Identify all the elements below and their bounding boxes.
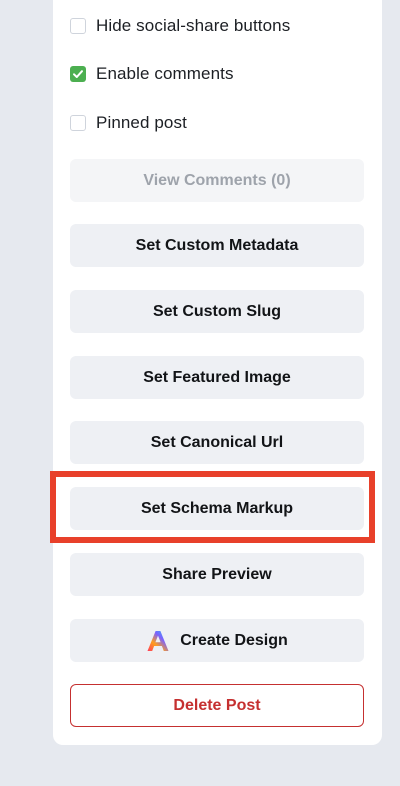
enable-comments-option[interactable]: Enable comments xyxy=(70,64,234,84)
set-custom-metadata-label: Set Custom Metadata xyxy=(135,236,299,254)
set-featured-image-button[interactable]: Set Featured Image xyxy=(70,356,364,399)
adobe-express-icon xyxy=(147,630,169,651)
enable-comments-label: Enable comments xyxy=(96,64,234,83)
highlight-box xyxy=(50,471,375,543)
create-design-button[interactable]: Create Design xyxy=(70,619,364,662)
delete-post-label: Delete Post xyxy=(173,696,261,714)
set-canonical-url-label: Set Canonical Url xyxy=(150,433,284,451)
create-design-label: Create Design xyxy=(180,631,288,649)
set-canonical-url-button[interactable]: Set Canonical Url xyxy=(70,421,364,464)
pinned-post-checkbox[interactable] xyxy=(70,115,86,131)
view-comments-button[interactable]: View Comments (0) xyxy=(70,159,364,202)
share-preview-button[interactable]: Share Preview xyxy=(70,553,364,596)
pinned-post-option[interactable]: Pinned post xyxy=(70,113,187,133)
hide-social-share-checkbox[interactable] xyxy=(70,18,86,34)
set-custom-slug-label: Set Custom Slug xyxy=(152,302,281,320)
hide-social-share-label: Hide social-share buttons xyxy=(96,16,291,35)
set-custom-slug-button[interactable]: Set Custom Slug xyxy=(70,290,364,333)
set-custom-metadata-button[interactable]: Set Custom Metadata xyxy=(70,224,364,267)
pinned-post-label: Pinned post xyxy=(96,113,187,132)
delete-post-button[interactable]: Delete Post xyxy=(70,684,364,727)
checkmark-icon xyxy=(73,70,83,78)
hide-social-share-option[interactable]: Hide social-share buttons xyxy=(70,16,290,36)
share-preview-label: Share Preview xyxy=(162,565,272,583)
enable-comments-checkbox[interactable] xyxy=(70,66,86,82)
view-comments-label: View Comments (0) xyxy=(143,171,291,189)
set-featured-image-label: Set Featured Image xyxy=(143,368,291,386)
